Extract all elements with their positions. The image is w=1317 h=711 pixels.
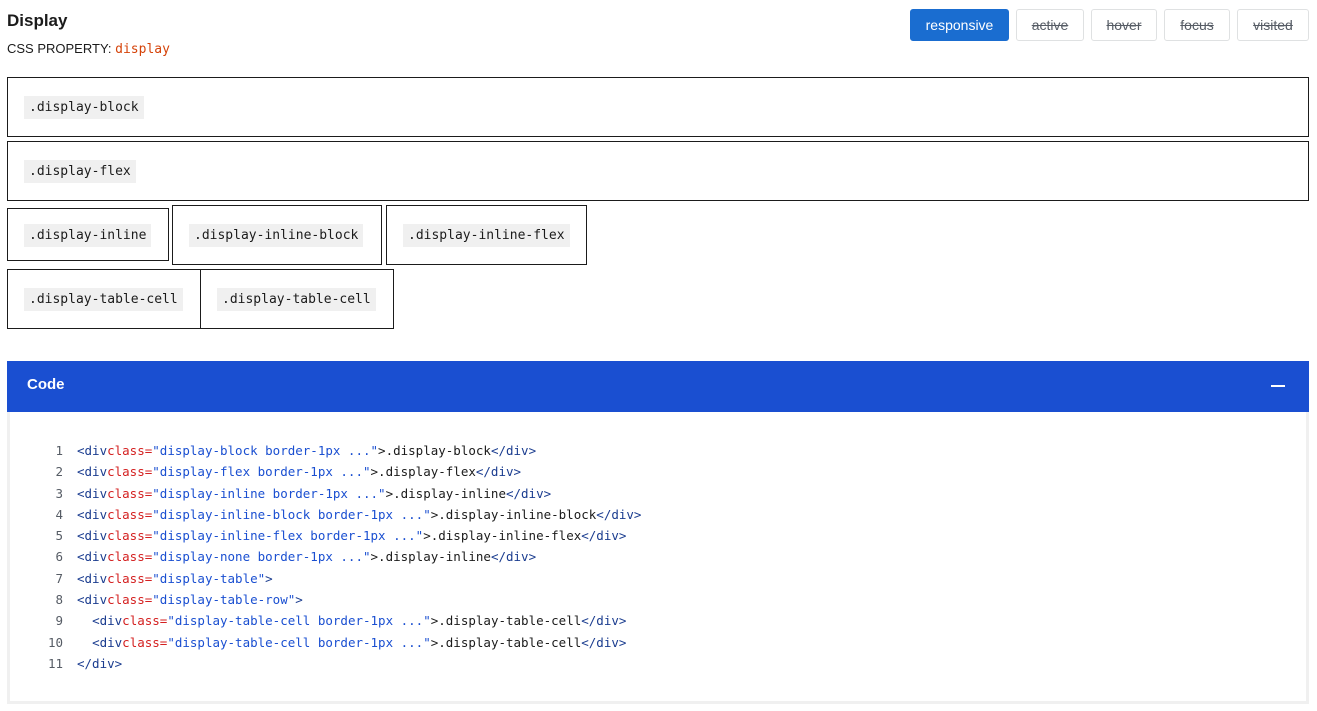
line-number: 8 xyxy=(55,592,63,608)
code-line: 5 <div class= "display-inline-flex border-… xyxy=(30,525,641,546)
demo-display-block: .display-block xyxy=(7,77,1309,137)
class-chip: .display-inline-flex xyxy=(403,224,570,247)
class-chip: .display-inline-block xyxy=(189,224,364,247)
css-property-label: CSS PROPERTY: xyxy=(7,41,112,56)
code-lines: 1 <div class= "display-block border-1px ..… xyxy=(30,440,642,674)
variant-button-visited[interactable]: visited xyxy=(1237,9,1309,41)
class-chip: .display-inline xyxy=(24,224,152,247)
class-chip: .display-block xyxy=(24,96,144,119)
class-chip: .display-flex xyxy=(24,160,136,183)
css-property-line: CSS PROPERTY: display xyxy=(7,41,170,57)
code-line: 10 <div class= "display-table-cell border… xyxy=(30,632,641,653)
code-line: 7 <div class= "display-table" > xyxy=(30,568,641,589)
variant-button-hover[interactable]: hover xyxy=(1091,9,1157,41)
line-number: 10 xyxy=(47,634,63,650)
line-number: 3 xyxy=(55,485,63,501)
line-number: 4 xyxy=(55,506,63,522)
demo-display-table-cell-2: .display-table-cell xyxy=(200,269,394,329)
demo-display-inline-flex: .display-inline-flex xyxy=(386,205,587,265)
demo-display-inline-block: .display-inline-block xyxy=(172,205,382,265)
code-accordion-header[interactable]: Code xyxy=(7,361,1309,412)
variant-button-group: responsive active hover focus visited xyxy=(910,9,1309,41)
line-number: 7 xyxy=(55,570,63,586)
line-number: 11 xyxy=(47,655,63,671)
code-line: 3 <div class= "display-inline border-1px .… xyxy=(30,483,641,504)
line-number: 5 xyxy=(55,528,63,544)
code-line: 11 </div> xyxy=(30,653,641,674)
demo-display-inline: .display-inline xyxy=(7,208,169,261)
line-number: 1 xyxy=(55,443,63,458)
demo-display-flex: .display-flex xyxy=(7,141,1309,201)
code-line: 1 <div class= "display-block border-1px ..… xyxy=(30,440,641,461)
code-line: 4 <div class= "display-inline-block border… xyxy=(30,504,641,525)
code-line: 2 <div class= "display-flex border-1px ...… xyxy=(30,461,641,482)
class-chip: .display-table-cell xyxy=(217,288,376,311)
code-line: 8 <div class= "display-table-row" > xyxy=(30,589,641,610)
minus-icon[interactable] xyxy=(1271,385,1285,387)
line-number: 9 xyxy=(55,613,63,629)
code-block: 1 <div class= "display-block border-1px ..… xyxy=(7,412,1309,704)
variant-button-focus[interactable]: focus xyxy=(1164,9,1230,41)
class-chip: .display-table-cell xyxy=(24,288,183,311)
line-number: 2 xyxy=(55,464,63,480)
variant-button-active[interactable]: active xyxy=(1016,9,1084,41)
code-header-label: Code xyxy=(27,376,65,393)
page-title: Display xyxy=(7,11,68,30)
css-property-value: display xyxy=(115,42,170,57)
variant-button-responsive[interactable]: responsive xyxy=(910,9,1009,41)
code-line: 6 <div class= "display-none border-1px ...… xyxy=(30,546,641,567)
code-line: 9 <div class= "display-table-cell border-… xyxy=(30,610,641,631)
line-number: 6 xyxy=(55,549,63,565)
demo-display-table-cell-1: .display-table-cell xyxy=(7,269,201,329)
